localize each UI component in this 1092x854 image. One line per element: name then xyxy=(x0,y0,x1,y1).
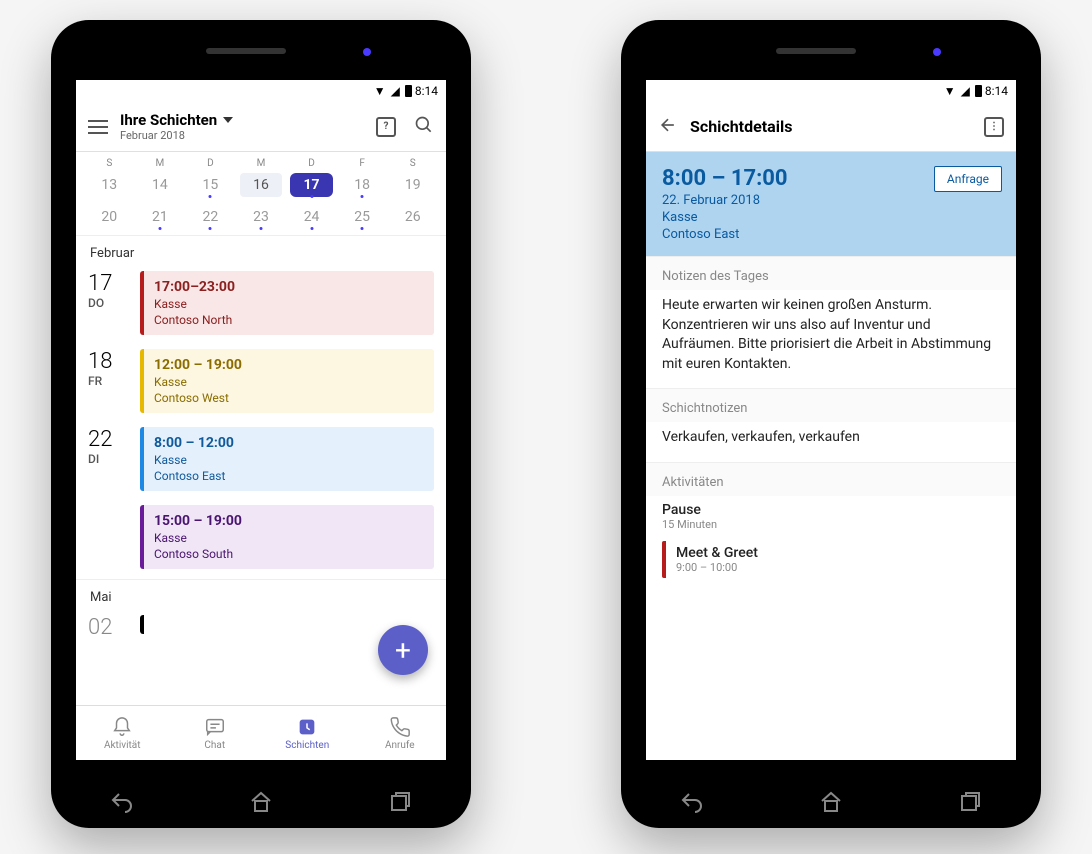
calendar-day[interactable]: 25 xyxy=(337,205,388,229)
calendar-day[interactable]: 19 xyxy=(387,173,438,197)
back-icon[interactable] xyxy=(658,115,678,139)
battery-icon xyxy=(975,85,982,97)
recents-hw-icon[interactable] xyxy=(389,790,413,814)
recents-hw-icon[interactable] xyxy=(959,790,983,814)
month-label: Februar xyxy=(76,235,446,267)
clock-help-icon[interactable]: ? xyxy=(376,117,396,137)
detail-location: Kasse xyxy=(662,210,1000,225)
shift-detail-header: 8:00 – 17:00 22. Februar 2018 Kasse Cont… xyxy=(646,152,1016,256)
detail-store: Contoso East xyxy=(662,227,1000,242)
calendar-day[interactable]: 18 xyxy=(337,173,388,197)
nav-shifts[interactable]: Schichten xyxy=(261,706,354,760)
nav-calls[interactable]: Anrufe xyxy=(354,706,447,760)
request-button[interactable]: Anfrage xyxy=(934,166,1002,192)
hardware-buttons xyxy=(621,790,1041,814)
app-subtitle: Februar 2018 xyxy=(120,129,364,142)
bottom-nav: Aktivität Chat Schichten Anrufe xyxy=(76,705,446,760)
home-hw-icon[interactable] xyxy=(819,790,843,814)
app-title: Ihre Schichten xyxy=(120,111,217,129)
back-hw-icon[interactable] xyxy=(679,790,703,814)
back-hw-icon[interactable] xyxy=(109,790,133,814)
status-bar: ▼ ◢ 8:14 xyxy=(76,80,446,102)
day-notes-label: Notizen des Tages xyxy=(646,256,1016,290)
details-title: Schichtdetails xyxy=(690,117,792,136)
home-hw-icon[interactable] xyxy=(249,790,273,814)
calendar-day[interactable]: 23 xyxy=(236,205,287,229)
app-bar: Schichtdetails ⋮ xyxy=(646,102,1016,152)
weekday-header: SMDMDFS xyxy=(76,152,446,171)
detail-date: 22. Februar 2018 xyxy=(662,193,1000,208)
phone-frame-shifts: ▼ ◢ 8:14 Ihre Schichten Februar 2018 ? S… xyxy=(51,20,471,828)
calendar-day[interactable]: 15 xyxy=(185,173,236,197)
status-time: 8:14 xyxy=(985,84,1008,98)
screen-details: ▼ ◢ 8:14 Schichtdetails ⋮ 8:00 – 17:00 2… xyxy=(646,80,1016,760)
calendar-row-1: 13 14 15 16 17 18 19 xyxy=(76,171,446,203)
calendar-day[interactable]: 22 xyxy=(185,205,236,229)
calendar-day[interactable]: 14 xyxy=(135,173,186,197)
shift-card[interactable]: 15:00 – 19:00KasseContoso South xyxy=(140,505,434,569)
clock-share-icon[interactable]: ⋮ xyxy=(984,117,1004,137)
shift-notes-body: Verkaufen, verkaufen, verkaufen xyxy=(646,422,1016,462)
shift-row[interactable]: 18FR 12:00 – 19:00KasseContoso West xyxy=(76,345,446,423)
calendar-day[interactable]: 26 xyxy=(387,205,438,229)
calendar-day[interactable]: 16 xyxy=(240,173,283,197)
shift-card[interactable]: 8:00 – 12:00KasseContoso East xyxy=(140,427,434,491)
screen-shifts: ▼ ◢ 8:14 Ihre Schichten Februar 2018 ? S… xyxy=(76,80,446,760)
activities-label: Aktivitäten xyxy=(646,462,1016,496)
app-bar: Ihre Schichten Februar 2018 ? xyxy=(76,102,446,152)
chat-icon xyxy=(204,716,226,738)
shift-notes-label: Schichtnotizen xyxy=(646,388,1016,422)
shift-row[interactable]: 15:00 – 19:00KasseContoso South xyxy=(76,501,446,579)
calendar-day-selected[interactable]: 17 xyxy=(290,173,333,197)
search-icon[interactable] xyxy=(414,115,434,139)
hardware-buttons xyxy=(51,790,471,814)
app-title-area[interactable]: Ihre Schichten Februar 2018 xyxy=(120,111,364,142)
shift-row[interactable]: 17DO 17:00–23:00KasseContoso North xyxy=(76,267,446,345)
menu-icon[interactable] xyxy=(88,120,108,134)
day-notes-body: Heute erwarten wir keinen großen Ansturm… xyxy=(646,290,1016,388)
calendar-day[interactable]: 24 xyxy=(286,205,337,229)
phone-icon xyxy=(389,716,411,738)
month-label: Mai xyxy=(76,579,446,611)
add-shift-fab[interactable]: + xyxy=(378,625,428,675)
nav-activity[interactable]: Aktivität xyxy=(76,706,169,760)
bell-icon xyxy=(111,716,133,738)
shift-card[interactable]: 17:00–23:00KasseContoso North xyxy=(140,271,434,335)
status-bar: ▼ ◢ 8:14 xyxy=(646,80,1016,102)
shifts-icon xyxy=(296,716,318,738)
shift-row[interactable]: 22DI 8:00 – 12:00KasseContoso East xyxy=(76,423,446,501)
chevron-down-icon xyxy=(223,117,233,123)
nav-chat[interactable]: Chat xyxy=(169,706,262,760)
calendar-day[interactable]: 13 xyxy=(84,173,135,197)
phone-frame-details: ▼ ◢ 8:14 Schichtdetails ⋮ 8:00 – 17:00 2… xyxy=(621,20,1041,828)
calendar-row-2: 20 21 22 23 24 25 26 xyxy=(76,203,446,235)
calendar-day[interactable]: 20 xyxy=(84,205,135,229)
shift-card[interactable]: 12:00 – 19:00KasseContoso West xyxy=(140,349,434,413)
activity-item-pause[interactable]: Pause 15 Minuten xyxy=(646,496,1016,537)
status-time: 8:14 xyxy=(415,84,438,98)
activity-item-meet[interactable]: Meet & Greet 9:00 – 10:00 xyxy=(662,541,1000,578)
calendar-day[interactable]: 21 xyxy=(135,205,186,229)
battery-icon xyxy=(405,85,412,97)
